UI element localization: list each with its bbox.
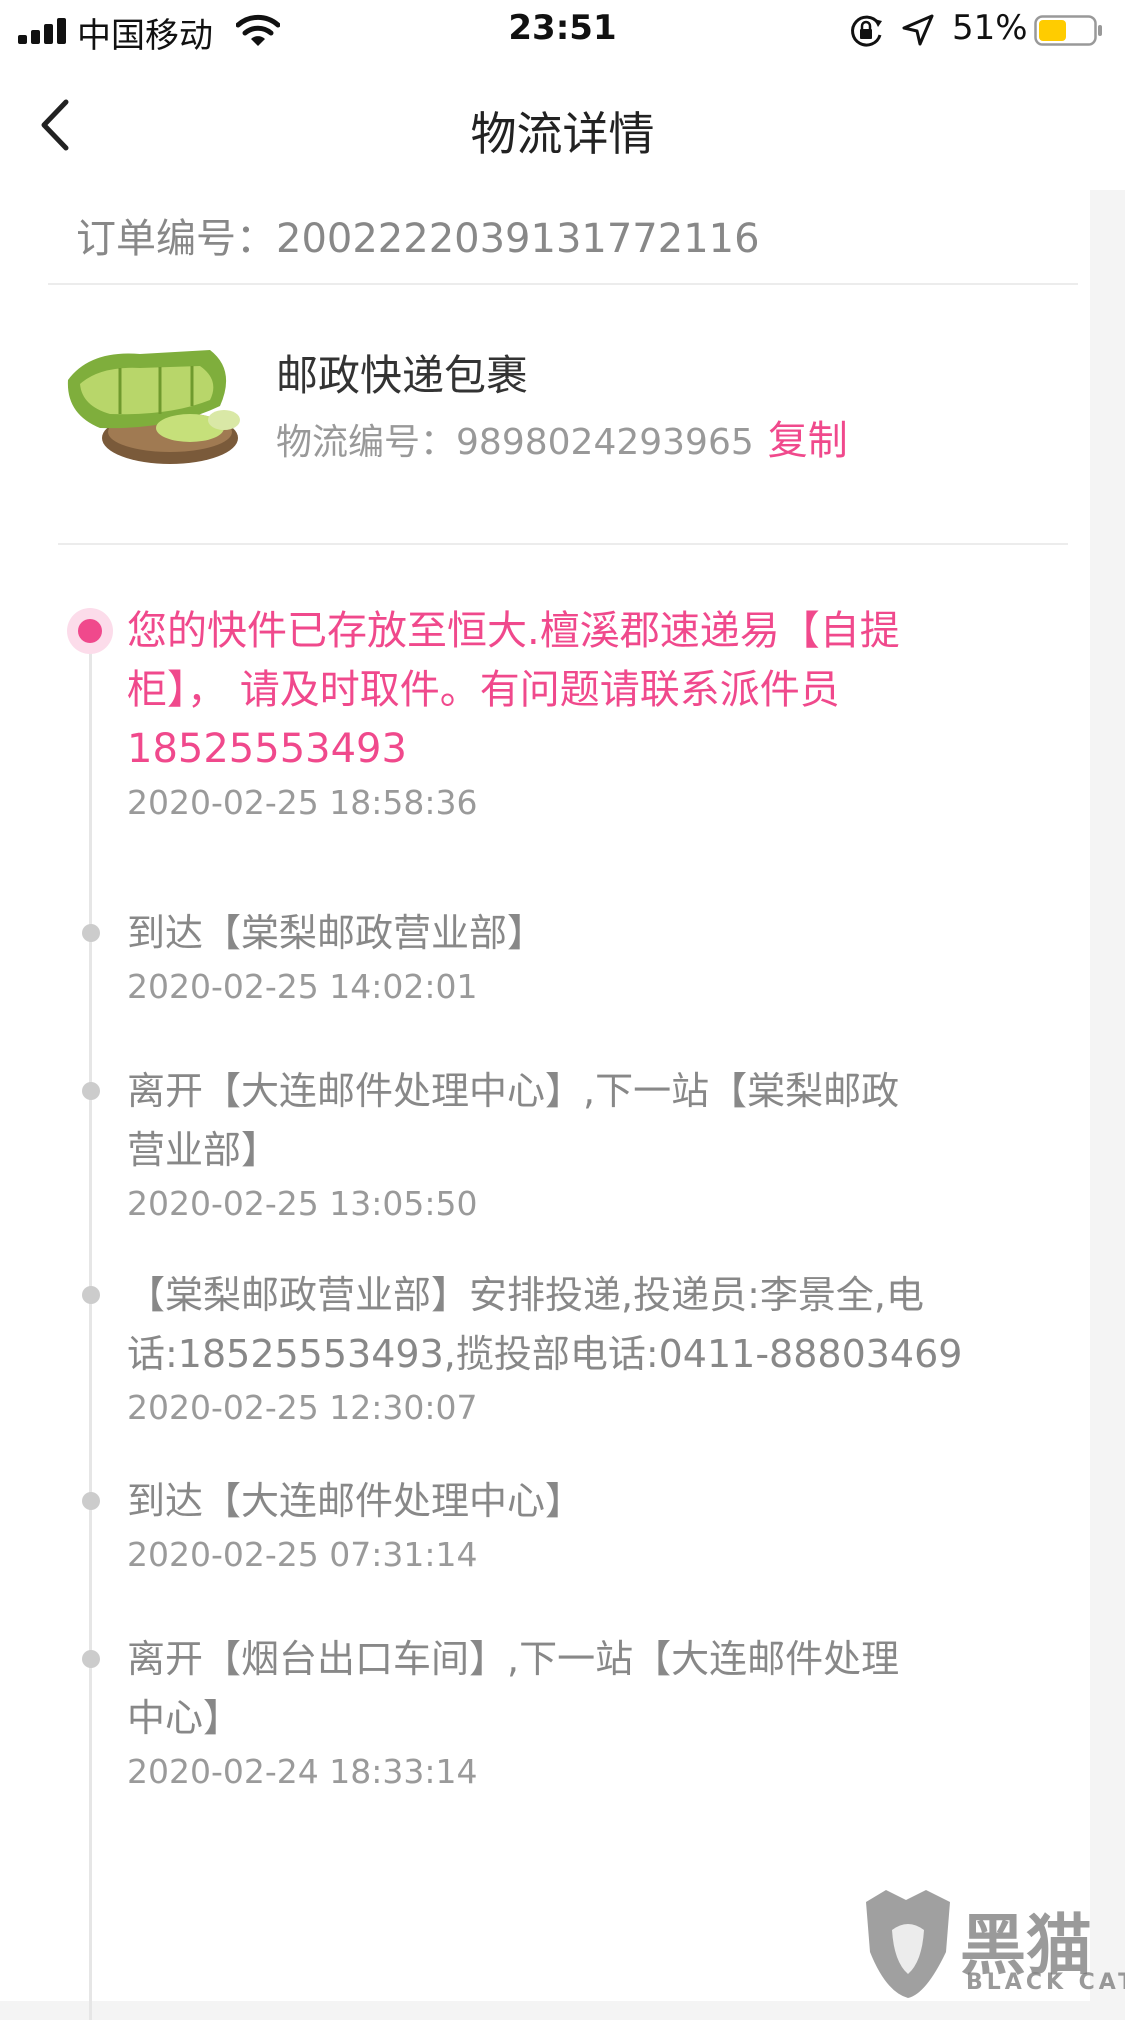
timeline-dot bbox=[82, 1286, 100, 1304]
timeline-dot bbox=[82, 1082, 100, 1100]
order-number-value: 2002222039131772116 bbox=[276, 216, 760, 262]
timeline-event-time: 2020-02-25 18:58:36 bbox=[127, 783, 478, 822]
timeline-event-line: 话:18525553493,揽投部电话:0411-88803469 bbox=[127, 1332, 963, 1376]
timeline-event-text: 离开【大连邮件处理中心】,下一站【棠梨邮政 营业部】 bbox=[127, 1062, 1027, 1180]
product-image bbox=[60, 310, 240, 490]
timeline-event-line: 柜】， 请及时取件。有问题请联系派件员 bbox=[127, 667, 840, 713]
timeline-event-text: 离开【烟台出口车间】,下一站【大连邮件处理 中心】 bbox=[127, 1630, 1027, 1748]
cat-logo-icon bbox=[866, 1890, 950, 1998]
tracking-number-value: 9898024293965 bbox=[456, 422, 754, 463]
timeline-dot bbox=[82, 1492, 100, 1510]
timeline-event-line: 【棠梨邮政营业部】安排投递,投递员:李景全,电 bbox=[127, 1273, 924, 1317]
timeline-event-line: 到达【棠梨邮政营业部】 bbox=[127, 911, 546, 955]
timeline-event-line: 离开【大连邮件处理中心】,下一站【棠梨邮政 bbox=[127, 1069, 900, 1113]
orientation-lock-icon bbox=[851, 15, 882, 47]
location-arrow-icon bbox=[902, 14, 934, 46]
logistics-card: 订单编号：2002222039131772116 邮政快递包裹 物流编号：989… bbox=[0, 190, 1125, 2020]
tracking-number-row: 物流编号：9898024293965 复制 bbox=[276, 408, 848, 466]
timeline-event-time: 2020-02-24 18:33:14 bbox=[127, 1752, 478, 1791]
timeline-event-text: 【棠梨邮政营业部】安排投递,投递员:李景全,电 话:18525553493,揽投部… bbox=[127, 1266, 1027, 1384]
battery-icon bbox=[1034, 15, 1102, 46]
tracking-number-label: 物流编号： bbox=[276, 422, 457, 463]
timeline-event-line: 您的快件已存放至恒大.檀溪郡速递易【自提 bbox=[127, 608, 900, 654]
divider bbox=[58, 543, 1068, 545]
divider bbox=[48, 283, 1078, 285]
timeline-dot bbox=[82, 1650, 100, 1668]
watermark-logo: 黑猫 BLACK CAT bbox=[856, 1882, 1125, 2001]
nav-bar: 物流详情 bbox=[0, 62, 1125, 190]
timeline-event-text: 到达【棠梨邮政营业部】 bbox=[127, 904, 1027, 963]
order-number-row: 订单编号：2002222039131772116 bbox=[76, 206, 760, 264]
page-title: 物流详情 bbox=[470, 107, 655, 161]
timeline-line bbox=[89, 620, 92, 2020]
copy-button[interactable]: 复制 bbox=[768, 418, 848, 464]
order-number-label: 订单编号： bbox=[76, 216, 276, 262]
timeline-event-time: 2020-02-25 14:02:01 bbox=[127, 967, 478, 1006]
timeline-dot-active bbox=[67, 608, 113, 654]
timeline-event-line: 18525553493 bbox=[127, 726, 407, 772]
timeline-event-time: 2020-02-25 12:30:07 bbox=[127, 1388, 478, 1427]
carrier-name: 邮政快递包裹 bbox=[276, 351, 529, 400]
timeline-event-line: 到达【大连邮件处理中心】 bbox=[127, 1479, 584, 1523]
watermark-subtext: BLACK CAT bbox=[966, 1970, 1125, 1995]
battery-percent: 51% bbox=[952, 8, 1028, 48]
timeline-event-line: 营业部】 bbox=[127, 1128, 280, 1172]
timeline-event-text: 您的快件已存放至恒大.檀溪郡速递易【自提 柜】， 请及时取件。有问题请联系派件员 1… bbox=[127, 602, 1027, 779]
timeline-event-text: 到达【大连邮件处理中心】 bbox=[127, 1472, 1027, 1531]
timeline-event-time: 2020-02-25 13:05:50 bbox=[127, 1184, 478, 1223]
timeline-event-time: 2020-02-25 07:31:14 bbox=[127, 1535, 478, 1574]
timeline-event-line: 中心】 bbox=[127, 1696, 242, 1740]
status-bar: 中国移动 23:51 51% bbox=[0, 0, 1125, 62]
timeline-dot bbox=[82, 924, 100, 942]
timeline-event-line: 离开【烟台出口车间】,下一站【大连邮件处理 bbox=[127, 1637, 900, 1681]
